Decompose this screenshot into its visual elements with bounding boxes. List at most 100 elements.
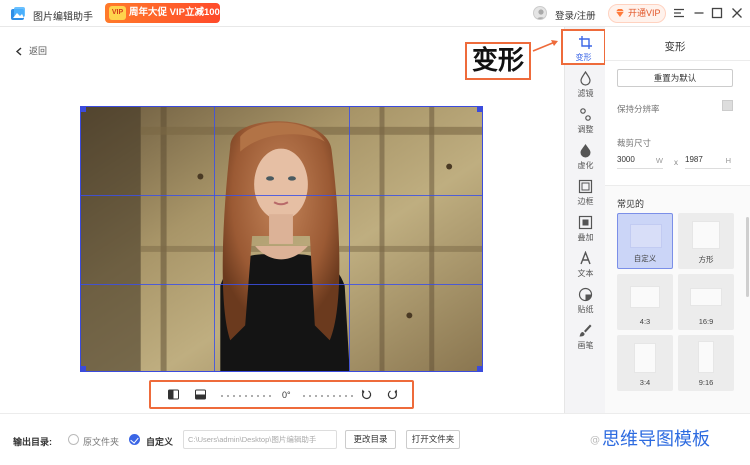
rotation-slider-left[interactable]	[219, 395, 273, 397]
tool-label: 滤镜	[577, 89, 594, 98]
transform-callout: 变形	[465, 42, 531, 80]
rotation-slider-right[interactable]	[301, 395, 355, 397]
chevron-left-icon	[15, 47, 22, 56]
custom-folder-label: 自定义	[146, 437, 174, 447]
height-field[interactable]: 1987 H	[685, 155, 731, 169]
ratio-label: 9:16	[698, 378, 714, 387]
tool-label: 贴纸	[577, 305, 594, 314]
tool-strip: 变形 滤镜 调整 虚化 边框 叠加 文本 贴纸 画笔	[561, 27, 606, 413]
transform-panel: 变形 重置为默认 保持分辨率 裁剪尺寸 3000 W x 1987 H 常见的 …	[605, 27, 750, 413]
minimize-icon[interactable]	[693, 7, 705, 19]
original-folder-label: 原文件夹	[83, 437, 120, 447]
tool-text[interactable]: 文本	[565, 247, 606, 283]
login-link[interactable]: 登录/注册	[555, 8, 596, 22]
flip-vertical-icon[interactable]	[195, 389, 206, 400]
output-path-input[interactable]	[183, 430, 337, 449]
width-unit: W	[655, 156, 663, 165]
tool-transform[interactable]: 变形	[561, 29, 606, 65]
ratio-square[interactable]: 方形	[678, 213, 734, 269]
ratio-custom[interactable]: 自定义	[617, 213, 673, 269]
crop-icon	[579, 36, 592, 49]
blur-icon	[580, 144, 591, 158]
divider	[605, 60, 750, 61]
tool-blur[interactable]: 虚化	[565, 139, 606, 175]
ratio-label: 3:4	[639, 378, 651, 387]
tool-label: 文本	[577, 269, 594, 278]
grid-line	[349, 107, 350, 371]
ratio-shape	[690, 288, 722, 306]
ratio-shape	[630, 224, 662, 248]
tool-label: 边框	[577, 197, 594, 206]
maximize-icon[interactable]	[711, 7, 723, 19]
tool-frame[interactable]: 边框	[565, 175, 606, 211]
ratio-3-4[interactable]: 3:4	[617, 335, 673, 391]
text-icon	[580, 251, 591, 265]
diamond-icon	[616, 9, 624, 17]
promo-banner[interactable]: VIP 周年大促 VIP立减100元	[105, 3, 220, 38]
back-button[interactable]: 返回	[15, 44, 47, 57]
watermark-prefix: @	[590, 435, 600, 446]
ratio-16-9[interactable]: 16:9	[678, 274, 734, 330]
panel-title: 变形	[664, 41, 686, 53]
avatar[interactable]	[533, 6, 547, 20]
rotate-left-icon[interactable]	[361, 389, 372, 400]
brush-icon	[579, 324, 592, 337]
tool-brush[interactable]: 画笔	[565, 319, 606, 355]
ratio-label: 自定义	[633, 254, 657, 263]
adjust-icon	[580, 108, 591, 121]
custom-folder-radio[interactable]	[129, 434, 140, 445]
sticker-icon	[578, 287, 593, 302]
close-icon[interactable]	[731, 7, 743, 19]
open-vip-label: 开通VIP	[628, 8, 661, 18]
tool-label: 画笔	[577, 341, 594, 350]
crop-handle[interactable]	[477, 107, 482, 112]
title-bar: 图片编辑助手 VIP 周年大促 VIP立减100元 登录/注册 开通VIP	[0, 0, 750, 38]
frame-icon	[578, 179, 593, 194]
app-title: 图片编辑助手	[33, 12, 93, 23]
tool-filter[interactable]: 滤镜	[565, 67, 606, 103]
crop-canvas[interactable]	[80, 106, 483, 372]
grid-line	[214, 107, 215, 371]
keep-resolution-label: 保持分辨率	[617, 104, 660, 114]
watermark-text: 思维导图模板	[602, 429, 710, 450]
ratio-shape	[630, 286, 660, 308]
overlay-icon	[578, 215, 593, 230]
ratio-label: 方形	[698, 255, 714, 264]
menu-icon[interactable]	[673, 7, 685, 19]
filter-icon	[580, 71, 591, 86]
height-unit: H	[725, 156, 731, 165]
ratio-4-3[interactable]: 4:3	[617, 274, 673, 330]
original-folder-radio[interactable]	[68, 434, 79, 445]
size-separator: x	[674, 158, 678, 167]
change-dir-button[interactable]: 更改目录	[345, 430, 396, 449]
open-vip-button[interactable]: 开通VIP	[608, 4, 666, 23]
crop-size-label: 裁剪尺寸	[617, 138, 652, 148]
width-field[interactable]: 3000 W	[617, 155, 663, 169]
keep-resolution-checkbox[interactable]	[722, 100, 733, 111]
rotation-angle: 0°	[282, 390, 291, 400]
width-value: 3000	[617, 155, 635, 164]
tool-sticker[interactable]: 贴纸	[565, 283, 606, 319]
crop-handle[interactable]	[477, 366, 482, 371]
flip-horizontal-icon[interactable]	[168, 389, 179, 400]
transform-toolbar: 0°	[149, 380, 414, 409]
ratio-9-16[interactable]: 9:16	[678, 335, 734, 391]
open-folder-button[interactable]: 打开文件夹	[406, 430, 460, 449]
panel-scrollbar[interactable]	[746, 217, 749, 297]
grid-line	[81, 284, 482, 285]
app-logo-icon	[11, 7, 25, 20]
tool-label: 调整	[577, 125, 594, 134]
output-dir-label: 输出目录:	[13, 437, 52, 447]
crop-handle[interactable]	[81, 107, 86, 112]
tool-overlay[interactable]: 叠加	[565, 211, 606, 247]
rotate-right-icon[interactable]	[387, 389, 398, 400]
ratio-label: 16:9	[698, 317, 714, 326]
ratio-shape	[698, 341, 714, 373]
reset-default-button[interactable]: 重置为默认	[617, 69, 733, 87]
crop-handle[interactable]	[81, 366, 86, 371]
ratio-presets: 常见的 自定义 方形 4:3 16:9 3:4 9:16	[605, 185, 750, 413]
photo	[81, 107, 482, 371]
watermark: @ 思维导图模板	[590, 425, 710, 451]
tool-adjust[interactable]: 调整	[565, 103, 606, 139]
height-value: 1987	[685, 155, 703, 164]
